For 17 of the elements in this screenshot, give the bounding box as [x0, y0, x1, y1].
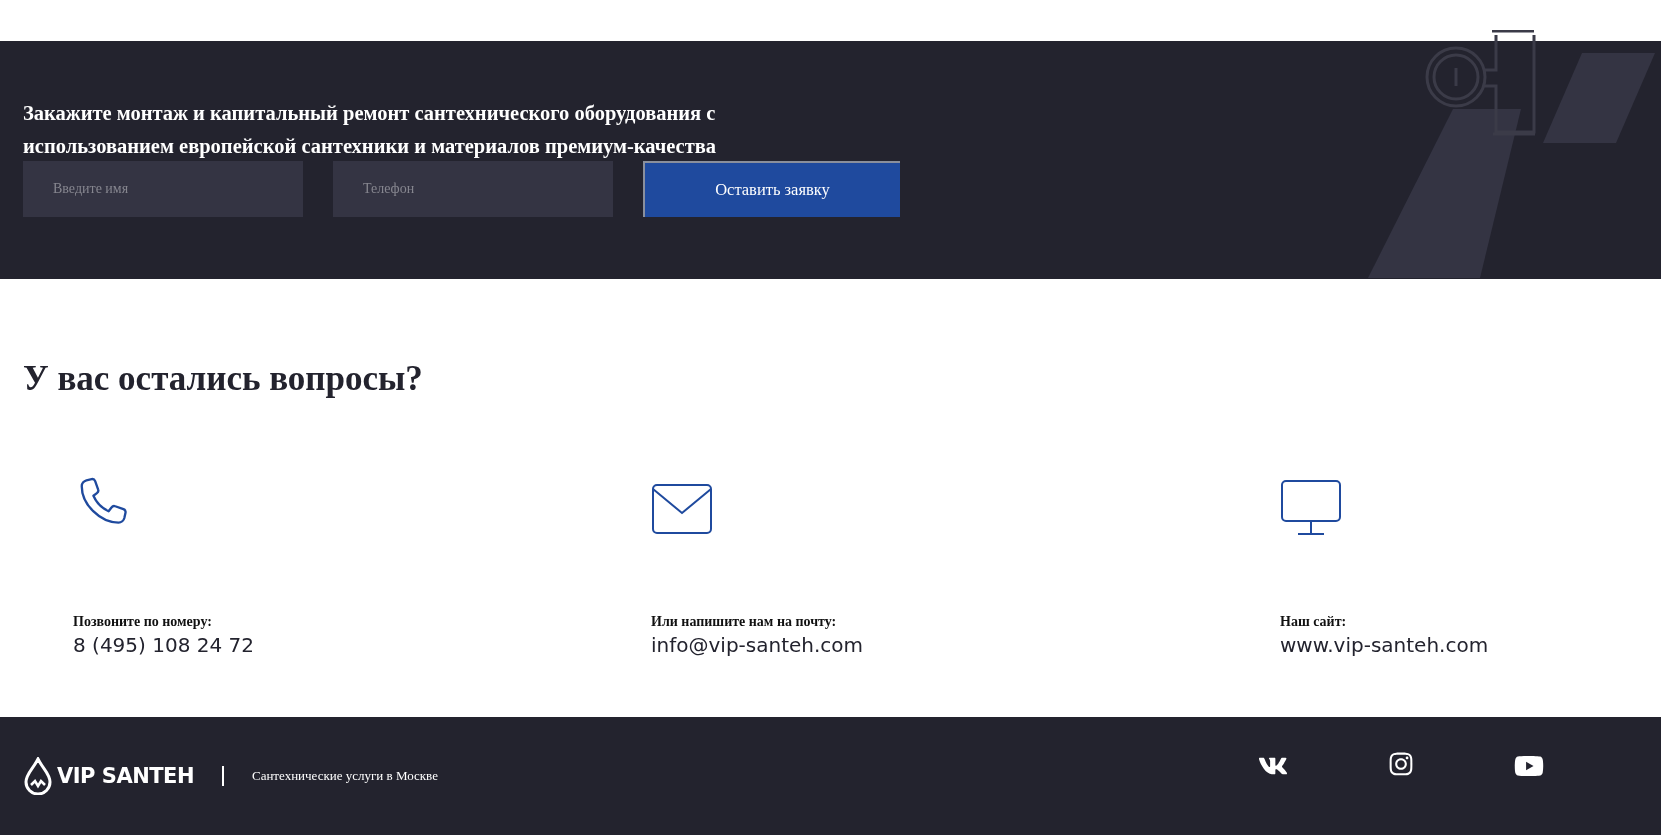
phone-field[interactable]: Телефон	[333, 161, 613, 217]
contact-value[interactable]: info@vip-santeh.com	[651, 633, 864, 657]
name-field[interactable]: Введите имя	[23, 161, 303, 217]
tagline: Сантехнические услуги в Москве	[251, 768, 438, 784]
contact-label: Или напишите нам на почту:	[651, 613, 838, 631]
envelope-icon	[651, 483, 713, 535]
contact-label: Позвоните по номеру:	[73, 613, 213, 631]
contact-value[interactable]: www.vip-santeh.com	[1280, 633, 1489, 657]
submit-button[interactable]: Оставить заявку	[643, 161, 900, 217]
contact-label: Наш сайт:	[1280, 613, 1348, 631]
section-heading: У вас остались вопросы?	[23, 359, 424, 399]
drop-icon	[23, 757, 53, 795]
contact-value: 8 (495) 108 24 72	[73, 633, 254, 657]
logo-text: VIP SANTEH	[57, 764, 194, 788]
instagram-icon	[1388, 751, 1414, 777]
monitor-icon	[1280, 479, 1342, 537]
banner-heading: Закажите монтаж и капитальный ремонт сантехнического оборудования с использованием европейской сантехники и материалов премиум-качества	[23, 101, 718, 160]
